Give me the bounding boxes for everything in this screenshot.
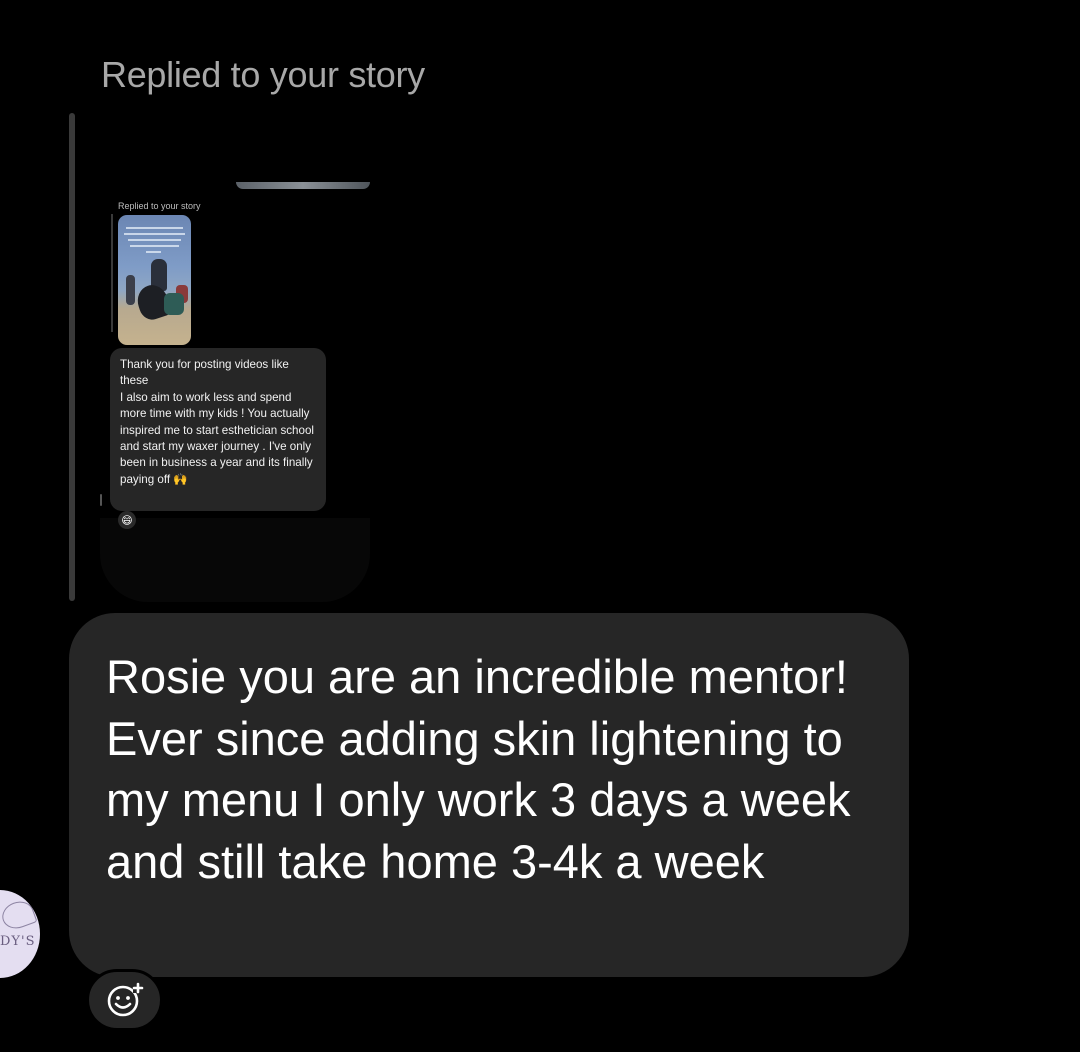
story-thumbnail[interactable] xyxy=(118,215,191,345)
story-preview-top-edge xyxy=(236,182,370,189)
thumbnail-figure xyxy=(126,275,135,305)
quote-bar xyxy=(69,113,75,601)
add-reaction-icon xyxy=(107,982,143,1017)
message-bubble[interactable]: Rosie you are an incredible mentor! Ever… xyxy=(69,613,909,977)
add-reaction-button[interactable] xyxy=(86,969,163,1031)
thumbnail-caption-line xyxy=(146,251,161,253)
thumbnail-figure xyxy=(164,293,184,315)
thumbnail-caption-line xyxy=(126,227,183,229)
preview-quote-bar xyxy=(111,214,113,332)
thumbnail-caption-line xyxy=(130,245,179,247)
story-reply-preview[interactable]: Replied to your story Thank you for post… xyxy=(100,182,372,602)
preview-message-bubble: Thank you for posting videos like these … xyxy=(110,348,326,511)
message-text: Rosie you are an incredible mentor! Ever… xyxy=(106,650,851,888)
preview-left-tick xyxy=(100,494,102,506)
preview-replied-label: Replied to your story xyxy=(118,201,201,211)
replied-to-story-label: Replied to your story xyxy=(101,54,425,95)
avatar-logo-swirl xyxy=(0,897,38,933)
story-preview-shadow xyxy=(100,518,370,602)
thumbnail-caption-line xyxy=(128,239,181,241)
avatar-monogram: DY'S xyxy=(0,934,36,949)
preview-reaction: 😄 xyxy=(118,511,136,529)
sender-avatar[interactable]: DY'S xyxy=(0,890,40,978)
preview-message-text: Thank you for posting videos like these … xyxy=(120,358,314,486)
thumbnail-caption-line xyxy=(124,233,185,235)
